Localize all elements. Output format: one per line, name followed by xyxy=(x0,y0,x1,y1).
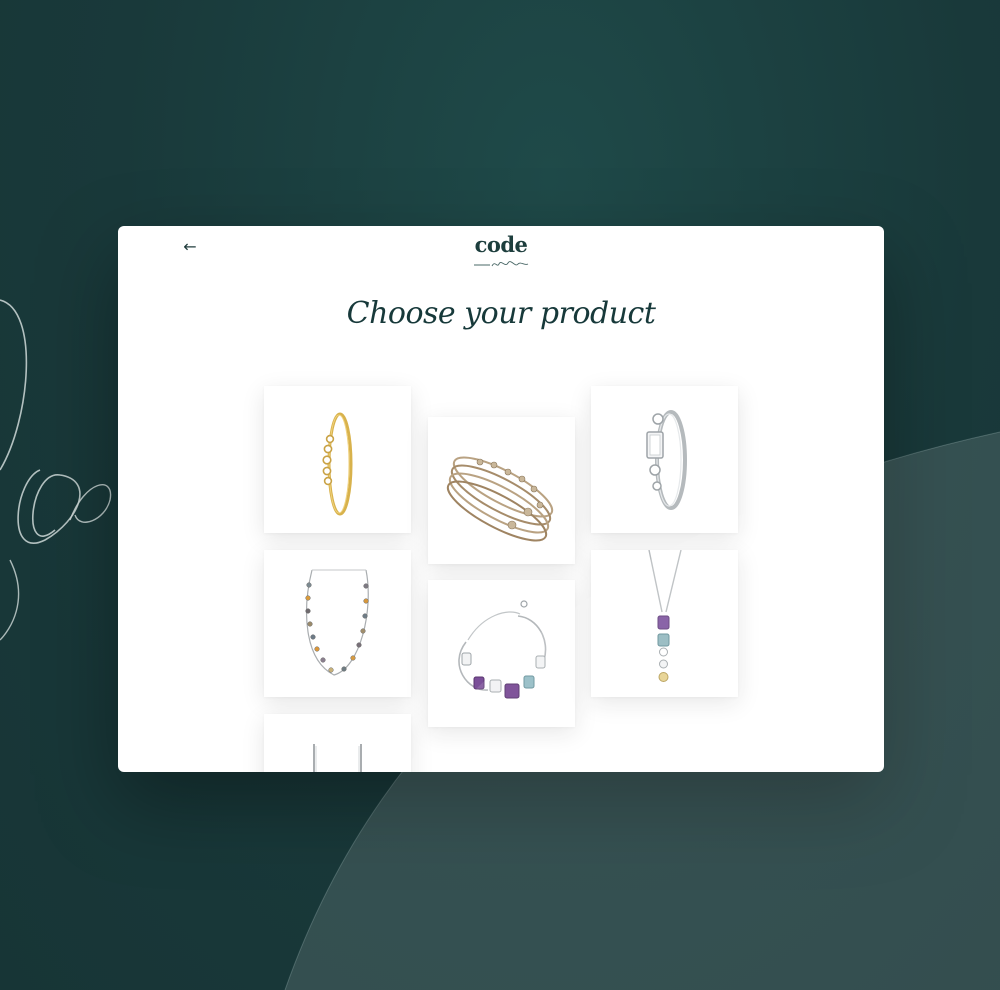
product-card[interactable] xyxy=(591,386,738,533)
product-card[interactable] xyxy=(428,580,575,727)
earrings-icon xyxy=(313,744,362,772)
page-title: Choose your product xyxy=(346,296,656,331)
logo-wordmark: code xyxy=(474,232,528,257)
bangle-icon xyxy=(446,456,554,542)
back-button[interactable]: ← xyxy=(178,236,202,258)
necklace-icon xyxy=(305,569,369,676)
product-picker-window: ← code Choose your product xyxy=(118,226,884,772)
brand-logo: code xyxy=(468,234,534,270)
product-card[interactable] xyxy=(428,417,575,564)
ring-icon xyxy=(322,412,353,516)
product-card[interactable] xyxy=(264,714,411,772)
product-card[interactable] xyxy=(264,386,411,533)
ring-icon xyxy=(646,410,687,510)
logo-signature xyxy=(474,261,529,267)
product-card[interactable] xyxy=(264,550,411,697)
pendant-icon xyxy=(648,550,682,682)
bracelet-icon xyxy=(458,600,547,699)
product-card[interactable] xyxy=(591,550,738,697)
